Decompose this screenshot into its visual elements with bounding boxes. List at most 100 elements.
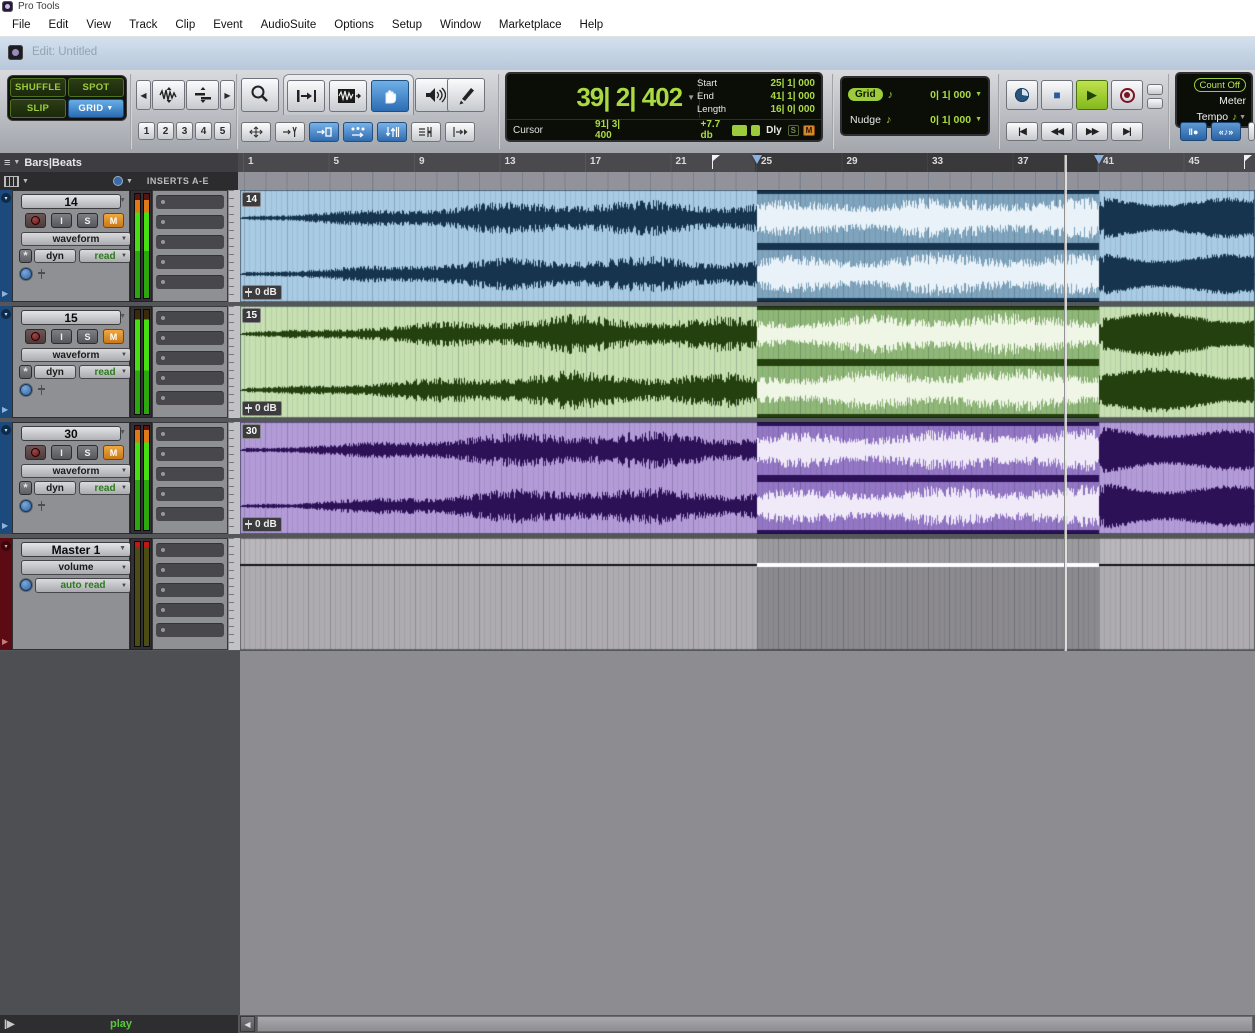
insert-slot[interactable] xyxy=(156,583,224,597)
track-name[interactable]: Master 1 xyxy=(21,542,131,557)
clipped-button[interactable] xyxy=(1248,122,1255,141)
solo-status-chip[interactable]: S xyxy=(787,124,799,136)
slip-mode-button[interactable]: SLIP xyxy=(10,99,66,118)
insertion-follows-icon[interactable]: |▶ xyxy=(4,1019,15,1030)
menu-file[interactable]: File xyxy=(3,19,40,31)
automation-mode-selector[interactable]: read ▼ xyxy=(79,365,131,379)
record-button[interactable] xyxy=(1111,80,1143,110)
automation-mode-selector[interactable]: read ▼ xyxy=(79,249,131,263)
mute-button[interactable]: M xyxy=(103,445,124,460)
master-volume-lane[interactable] xyxy=(240,538,1255,650)
waveform-canvas[interactable] xyxy=(240,422,1255,534)
automation-icon[interactable]: * xyxy=(19,249,32,263)
mute-button[interactable]: M xyxy=(103,329,124,344)
insert-slot[interactable] xyxy=(156,195,224,209)
audio-zoom-button[interactable] xyxy=(152,80,185,110)
insert-slot[interactable] xyxy=(156,311,224,325)
clock-icon[interactable] xyxy=(20,268,32,280)
insert-slot[interactable] xyxy=(156,371,224,385)
automation-icon[interactable]: * xyxy=(19,481,32,495)
automation-follows-edit-button[interactable] xyxy=(411,122,441,142)
insert-slot[interactable] xyxy=(156,391,224,405)
link-timeline-edit-selection-button[interactable] xyxy=(309,122,339,142)
scroll-left-button[interactable]: ◀ xyxy=(240,1016,255,1032)
return-to-zero-button[interactable]: |◀ xyxy=(1006,122,1038,141)
end-value[interactable]: 41| 1| 000 xyxy=(770,91,815,102)
track-name[interactable]: 14 xyxy=(21,194,121,209)
waveform-canvas[interactable] xyxy=(240,190,1255,302)
play-button[interactable]: ▶ xyxy=(1076,80,1108,110)
automation-mode-selector[interactable]: read ▼ xyxy=(79,481,131,495)
grid-value[interactable]: 0| 1| 000 xyxy=(930,89,971,101)
input-monitor-button[interactable]: I xyxy=(51,445,72,460)
insert-slot[interactable] xyxy=(156,255,224,269)
menu-window[interactable]: Window xyxy=(431,19,490,31)
audio-clip-30[interactable]: 30 0 dB xyxy=(240,422,1255,534)
menu-audiosuite[interactable]: AudioSuite xyxy=(252,19,326,31)
insert-slot[interactable] xyxy=(156,623,224,637)
solo-button[interactable]: S xyxy=(77,329,98,344)
go-to-end-button[interactable]: ▶| xyxy=(1111,122,1143,141)
zoomer-tool-button[interactable] xyxy=(241,78,279,112)
input-monitor-button[interactable]: I xyxy=(51,329,72,344)
clip-gain-badge[interactable]: 0 dB xyxy=(242,285,282,300)
zoom-preset-4[interactable]: 4 xyxy=(195,122,212,140)
edit-cursor[interactable] xyxy=(1063,155,1067,651)
nudge-label[interactable]: Nudge xyxy=(848,114,881,126)
insert-slot[interactable] xyxy=(156,331,224,345)
insert-slot[interactable] xyxy=(156,543,224,557)
track-view-selector[interactable]: waveform ▼ xyxy=(21,348,131,362)
chevron-down-icon[interactable]: ▼ xyxy=(22,178,29,185)
insert-slot[interactable] xyxy=(156,215,224,229)
menu-view[interactable]: View xyxy=(77,19,120,31)
insert-slot[interactable] xyxy=(156,487,224,501)
clock-icon[interactable] xyxy=(20,500,32,512)
main-counter[interactable]: 39| 2| 402 ▼ xyxy=(515,76,695,118)
chevron-down-icon[interactable]: ▼ xyxy=(687,93,695,102)
track-view-selector[interactable]: volume ▼ xyxy=(21,560,131,575)
chevron-down-icon[interactable]: ▼ xyxy=(119,313,126,320)
timebase-clock-icon[interactable] xyxy=(112,176,123,186)
insert-slot[interactable] xyxy=(156,235,224,249)
audio-clip-15[interactable]: 15 0 dB xyxy=(240,306,1255,418)
waveform-canvas[interactable] xyxy=(240,306,1255,418)
horizontal-scrollbar[interactable]: ◀ xyxy=(238,1015,1255,1033)
track-expand-icon[interactable]: ▶ xyxy=(2,521,8,530)
count-off-button[interactable]: Count Off xyxy=(1193,78,1246,92)
input-monitor-button[interactable]: I xyxy=(51,213,72,228)
insertion-follows-playback-button[interactable] xyxy=(377,122,407,142)
grid-mode-button[interactable]: GRID ▼ xyxy=(68,99,124,118)
link-track-edit-selection-button[interactable] xyxy=(343,122,373,142)
scrollbar-thumb[interactable] xyxy=(257,1016,1253,1032)
zoom-preset-2[interactable]: 2 xyxy=(157,122,174,140)
track-collapse-icon[interactable]: ▾ xyxy=(1,309,11,319)
nudge-value[interactable]: 0| 1| 000 xyxy=(930,114,971,126)
fast-forward-button[interactable]: ▶▶ xyxy=(1076,122,1108,141)
chevron-down-icon[interactable]: ▼ xyxy=(119,429,126,436)
zoom-toggle-button[interactable] xyxy=(241,122,271,142)
automation-icon[interactable]: * xyxy=(19,365,32,379)
insert-slot[interactable] xyxy=(156,603,224,617)
menu-track[interactable]: Track xyxy=(120,19,166,31)
track-collapse-icon[interactable]: ▾ xyxy=(1,425,11,435)
track-collapse-icon[interactable]: ▾ xyxy=(1,193,11,203)
dyn-button[interactable]: dyn xyxy=(34,249,76,263)
insert-slot[interactable] xyxy=(156,507,224,521)
track-view-selector[interactable]: waveform ▼ xyxy=(21,464,131,478)
record-arm-button[interactable] xyxy=(25,445,46,460)
insert-slot[interactable] xyxy=(156,467,224,481)
chevron-down-icon[interactable]: ▼ xyxy=(126,178,133,185)
track-name[interactable]: 30 xyxy=(21,426,121,441)
length-value[interactable]: 16| 0| 000 xyxy=(770,104,815,115)
metronome-button[interactable]: «♪» xyxy=(1211,122,1241,141)
zoom-preset-1[interactable]: 1 xyxy=(138,122,155,140)
audio-clip-14[interactable]: 14 0 dB xyxy=(240,190,1255,302)
track-expand-icon[interactable]: ▶ xyxy=(2,637,8,646)
track-name[interactable]: 15 xyxy=(21,310,121,325)
clock-icon[interactable] xyxy=(20,579,32,591)
start-value[interactable]: 25| 1| 000 xyxy=(770,78,815,89)
clip-gain-badge[interactable]: 0 dB xyxy=(242,401,282,416)
menu-edit[interactable]: Edit xyxy=(40,19,78,31)
zoom-preset-5[interactable]: 5 xyxy=(214,122,231,140)
horizontal-zoom-out-button[interactable]: ◀ xyxy=(136,80,151,110)
